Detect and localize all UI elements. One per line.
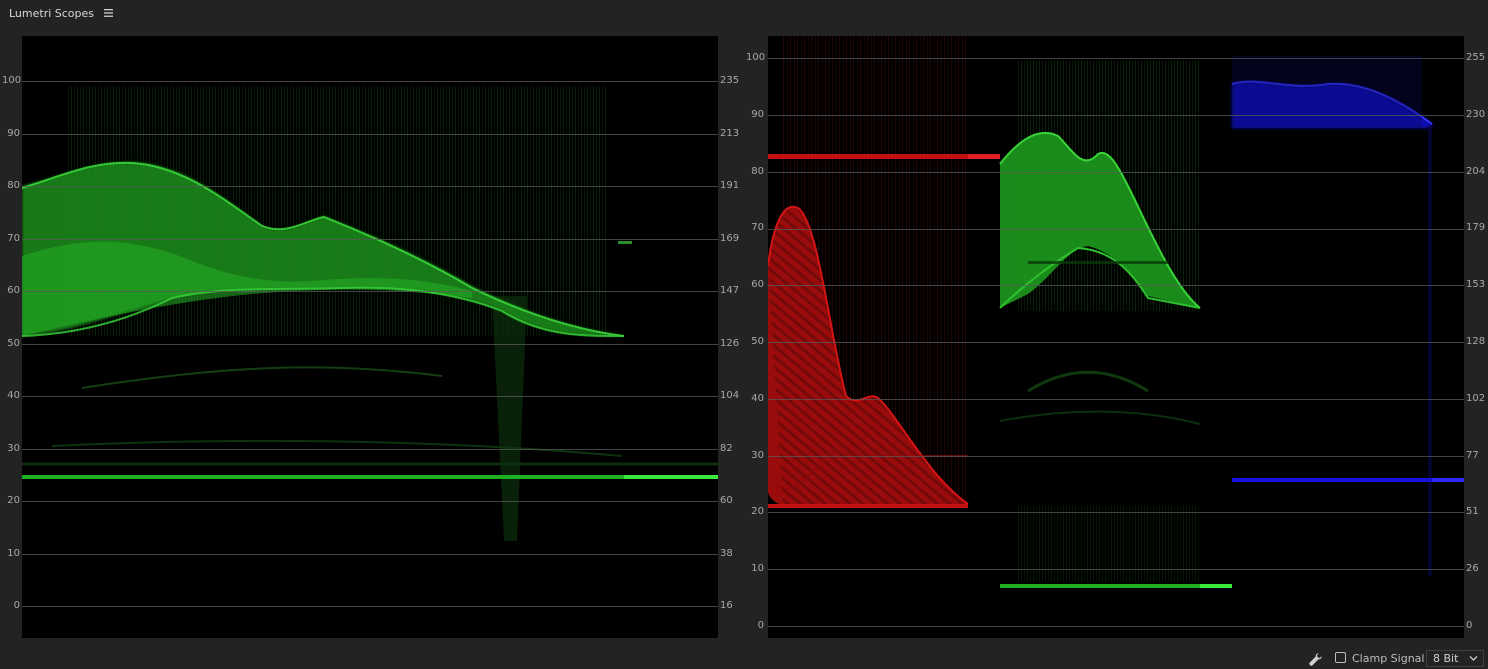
rgb-right-tick: 204 bbox=[1466, 166, 1486, 177]
rgb-right-tick: 0 bbox=[1466, 620, 1473, 631]
clamp-signal-label: Clamp Signal bbox=[1352, 652, 1425, 665]
rgb-left-tick: 60 bbox=[751, 279, 764, 290]
rgb-right-tick: 26 bbox=[1466, 563, 1479, 574]
luma-left-tick: 70 bbox=[7, 233, 20, 244]
rgb-left-tick: 100 bbox=[746, 52, 766, 63]
luma-waveform-trace bbox=[22, 86, 718, 541]
luma-left-tick: 80 bbox=[7, 180, 20, 191]
rgb-right-tick: 255 bbox=[1466, 52, 1486, 63]
luma-left-tick: 40 bbox=[7, 390, 20, 401]
rgb-left-tick: 20 bbox=[751, 506, 764, 517]
luma-left-tick: 0 bbox=[13, 600, 20, 611]
luma-left-tick: 100 bbox=[2, 75, 22, 86]
luma-left-tick: 90 bbox=[7, 128, 20, 139]
clamp-signal-checkbox[interactable] bbox=[1335, 652, 1346, 663]
luma-left-tick: 10 bbox=[7, 548, 20, 559]
rgb-left-tick: 30 bbox=[751, 450, 764, 461]
bit-depth-value: 8 Bit bbox=[1433, 652, 1459, 665]
rgb-left-tick: 40 bbox=[751, 393, 764, 404]
scope-footer-controls: Clamp Signal 8 Bit bbox=[0, 646, 1488, 668]
rgb-right-tick: 153 bbox=[1466, 279, 1486, 290]
rgb-right-tick: 230 bbox=[1466, 109, 1486, 120]
rgb-left-tick: 0 bbox=[757, 620, 764, 631]
rgb-right-tick: 51 bbox=[1466, 506, 1479, 517]
panel-title: Lumetri Scopes bbox=[9, 6, 95, 20]
rgb-right-tick: 102 bbox=[1466, 393, 1486, 404]
rgb-left-tick: 80 bbox=[751, 166, 764, 177]
rgb-right-tick: 77 bbox=[1466, 450, 1479, 461]
luma-left-tick: 50 bbox=[7, 338, 20, 349]
rgb-left-tick: 50 bbox=[751, 336, 764, 347]
luma-left-tick: 60 bbox=[7, 285, 20, 296]
panel-header: Lumetri Scopes bbox=[0, 0, 1488, 26]
luma-left-tick: 30 bbox=[7, 443, 20, 454]
wrench-icon[interactable] bbox=[1308, 652, 1323, 667]
chevron-down-icon bbox=[1469, 656, 1478, 661]
bit-depth-dropdown[interactable]: 8 Bit bbox=[1426, 650, 1484, 667]
luma-right-tick: 213 bbox=[720, 128, 740, 139]
rgb-parade-scope bbox=[768, 36, 1464, 638]
luma-right-tick: 169 bbox=[720, 233, 740, 244]
luma-right-tick: 235 bbox=[720, 75, 740, 86]
rgb-left-tick: 90 bbox=[751, 109, 764, 120]
hamburger-menu-icon[interactable] bbox=[104, 9, 114, 17]
luma-right-tick: 38 bbox=[720, 548, 733, 559]
luma-left-tick: 20 bbox=[7, 495, 20, 506]
rgb-left-tick: 70 bbox=[751, 222, 764, 233]
luma-right-tick: 191 bbox=[720, 180, 740, 191]
rgb-right-tick: 128 bbox=[1466, 336, 1486, 347]
rgb-parade-trace bbox=[768, 36, 1464, 588]
luma-right-tick: 16 bbox=[720, 600, 733, 611]
luma-waveform-scope bbox=[22, 36, 718, 638]
rgb-right-tick: 179 bbox=[1466, 222, 1486, 233]
rgb-left-tick: 10 bbox=[751, 563, 764, 574]
